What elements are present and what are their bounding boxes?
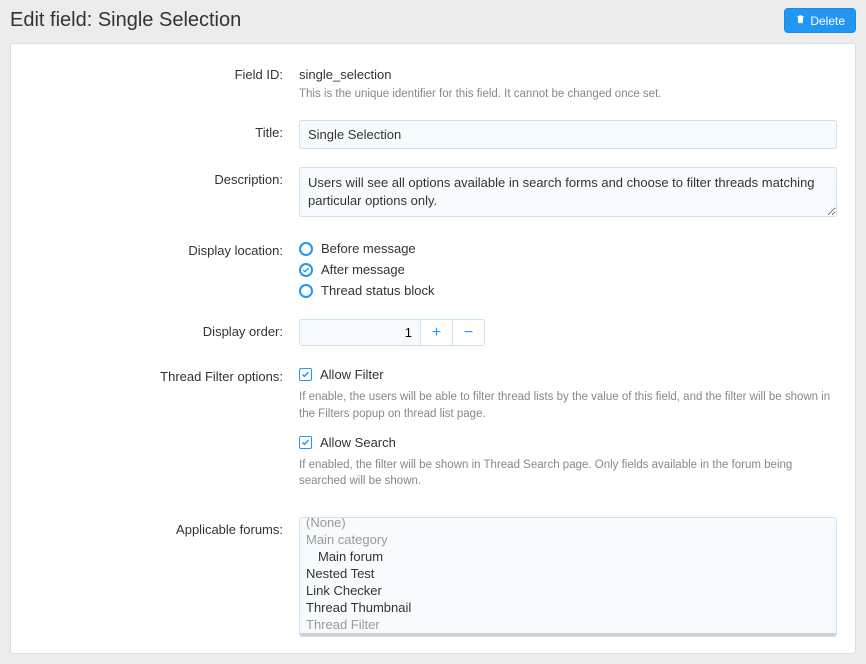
list-item[interactable]: Filter in sidebar <box>300 633 836 637</box>
radio-label: Before message <box>321 241 416 256</box>
title-label: Title: <box>29 120 299 140</box>
list-item[interactable]: Nested Test <box>300 565 836 582</box>
delete-button-label: Delete <box>810 14 845 28</box>
trash-icon <box>795 13 806 28</box>
radio-icon <box>299 242 313 256</box>
allow-search-help: If enabled, the filter will be shown in … <box>299 457 837 489</box>
radio-thread-status[interactable]: Thread status block <box>299 280 837 301</box>
checkbox-label: Allow Filter <box>320 367 384 382</box>
radio-before-message[interactable]: Before message <box>299 238 837 259</box>
delete-button[interactable]: Delete <box>784 8 856 33</box>
field-id-help: This is the unique identifier for this f… <box>299 86 837 102</box>
radio-after-message[interactable]: After message <box>299 259 837 280</box>
decrement-button[interactable]: − <box>452 320 484 345</box>
list-item[interactable]: Main forum <box>300 548 836 565</box>
display-order-label: Display order: <box>29 319 299 339</box>
radio-checked-icon <box>299 263 313 277</box>
description-label: Description: <box>29 167 299 187</box>
list-item[interactable]: Thread Thumbnail <box>300 599 836 616</box>
field-id-label: Field ID: <box>29 62 299 82</box>
radio-label: Thread status block <box>321 283 434 298</box>
list-item[interactable]: Thread Filter <box>300 616 836 633</box>
display-order-input[interactable] <box>300 320 420 345</box>
thread-filter-label: Thread Filter options: <box>29 364 299 384</box>
display-location-label: Display location: <box>29 238 299 258</box>
minus-icon: − <box>464 324 473 342</box>
applicable-forums-label: Applicable forums: <box>29 517 299 537</box>
description-input[interactable]: Users will see all options available in … <box>299 167 837 217</box>
increment-button[interactable]: + <box>420 320 452 345</box>
page-title: Edit field: Single Selection <box>10 9 241 32</box>
title-input[interactable] <box>299 120 837 149</box>
form-panel: Field ID: single_selection This is the u… <box>10 43 856 654</box>
radio-icon <box>299 284 313 298</box>
checkbox-checked-icon <box>299 368 312 381</box>
list-item[interactable]: (None) <box>300 517 836 531</box>
allow-filter-help: If enable, the users will be able to fil… <box>299 389 837 421</box>
radio-label: After message <box>321 262 405 277</box>
list-item[interactable]: Link Checker <box>300 582 836 599</box>
field-id-value: single_selection <box>299 62 837 82</box>
allow-search-checkbox[interactable]: Allow Search <box>299 432 837 453</box>
checkbox-label: Allow Search <box>320 435 396 450</box>
applicable-forums-listbox[interactable]: (None) Main category Main forum Nested T… <box>299 517 837 637</box>
plus-icon: + <box>432 324 441 342</box>
checkbox-checked-icon <box>299 436 312 449</box>
allow-filter-checkbox[interactable]: Allow Filter <box>299 364 837 385</box>
list-item[interactable]: Main category <box>300 531 836 548</box>
